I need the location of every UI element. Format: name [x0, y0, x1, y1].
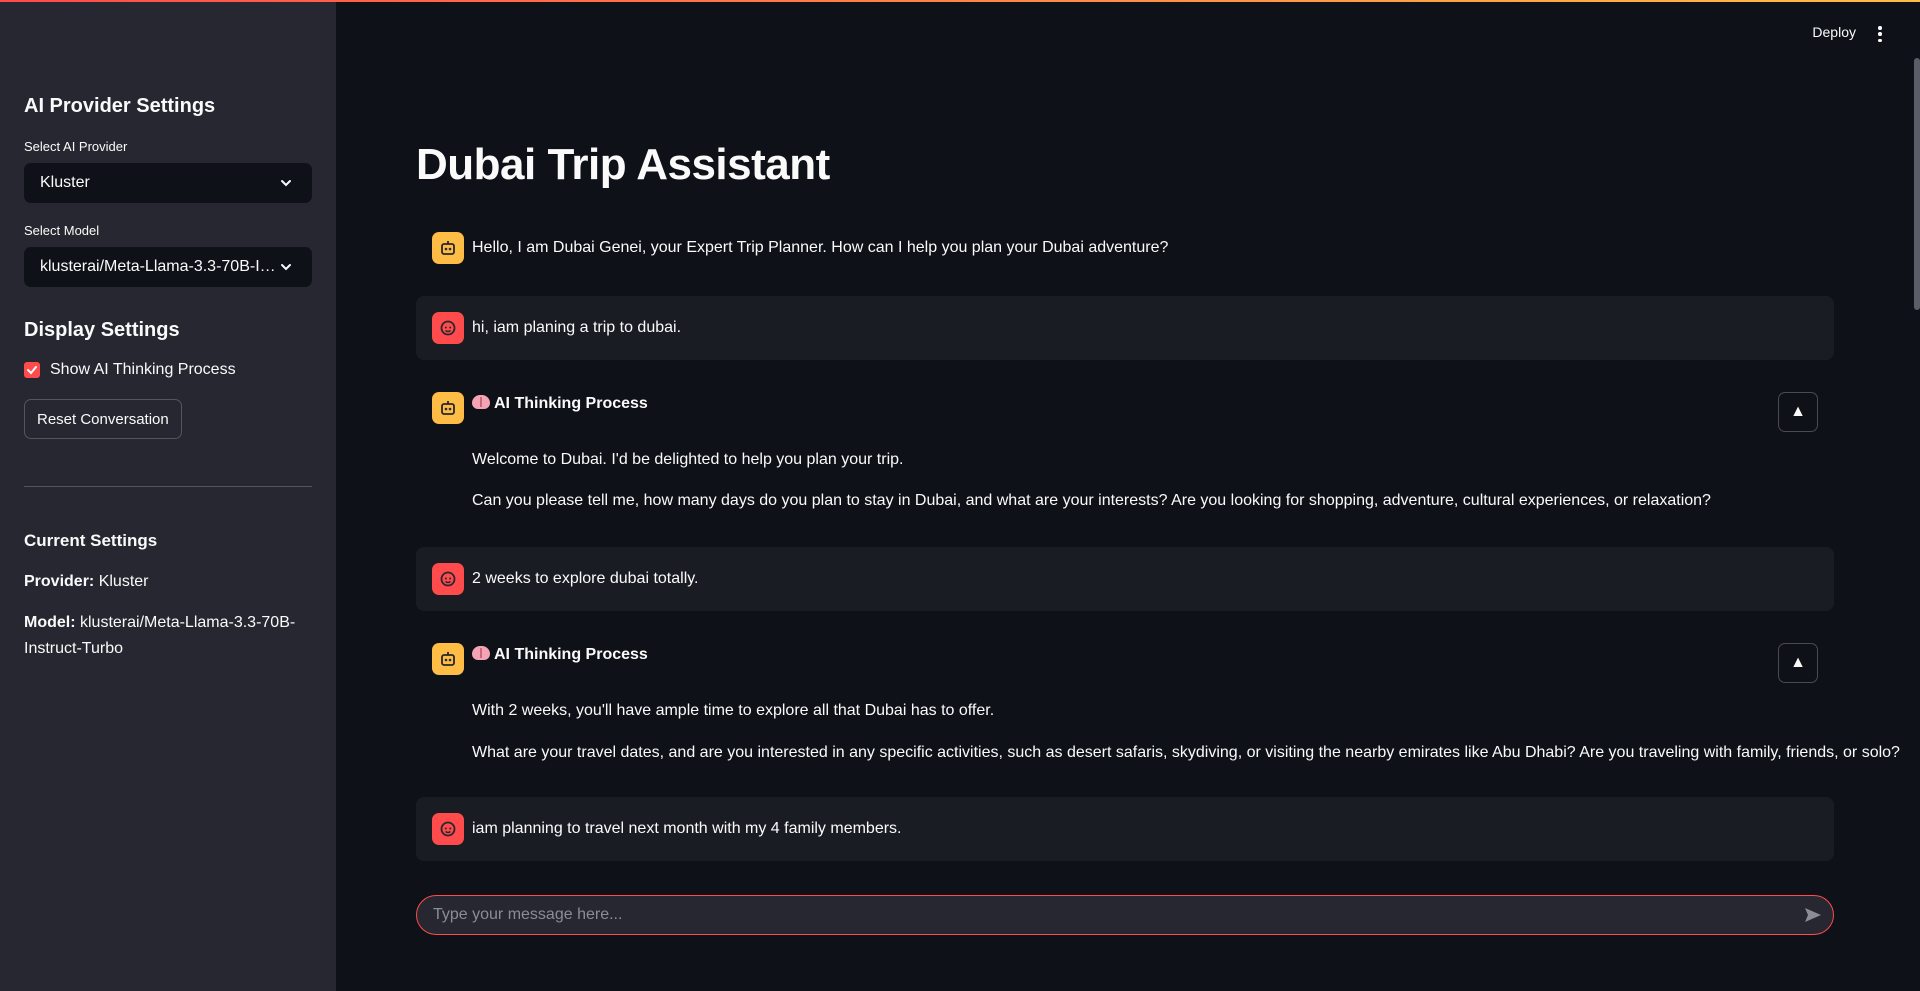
message-paragraph: What are your travel dates, and are you … — [472, 744, 1900, 761]
sidebar: AI Provider Settings Select AI Provider … — [0, 0, 336, 991]
model-select-label: Select Model — [24, 223, 100, 238]
chat-message-assistant: AI Thinking Process ▲ Welcome to Dubai. … — [416, 376, 1834, 522]
message-paragraph: Welcome to Dubai. I'd be delighted to he… — [472, 451, 904, 468]
provider-current-value: Kluster — [98, 573, 149, 590]
chat-message-assistant: AI Thinking Process ▲ With 2 weeks, you'… — [416, 627, 1900, 773]
bot-avatar-icon — [432, 232, 464, 264]
current-model: Model: klusterai/Meta-Llama-3.3-70B-Inst… — [24, 610, 304, 662]
reset-conversation-button[interactable]: Reset Conversation — [24, 399, 182, 439]
show-thinking-label: Show AI Thinking Process — [50, 361, 236, 378]
chat-message-assistant: Hello, I am Dubai Genei, your Expert Tri… — [416, 224, 1834, 272]
provider-settings-heading: AI Provider Settings — [24, 95, 216, 117]
chat-message-user: 2 weeks to explore dubai totally. — [416, 547, 1834, 611]
message-text: hi, iam planing a trip to dubai. — [472, 319, 682, 336]
chat-input-bar — [416, 895, 1834, 935]
chevron-down-icon — [276, 257, 296, 277]
sidebar-divider — [24, 486, 312, 487]
message-text: iam planning to travel next month with m… — [472, 820, 902, 837]
more-menu-icon[interactable] — [1874, 26, 1886, 42]
model-key: Model: — [24, 614, 76, 631]
chat-message-user: iam planning to travel next month with m… — [416, 797, 1834, 861]
provider-select[interactable]: Kluster — [24, 163, 312, 203]
collapse-toggle-button[interactable]: ▲ — [1778, 643, 1818, 683]
message-text: 2 weeks to explore dubai totally. — [472, 570, 699, 587]
model-select[interactable]: klusterai/Meta-Llama-3.3-70B-Instruct-Tu… — [24, 247, 312, 287]
brain-icon — [472, 395, 490, 409]
thinking-heading: AI Thinking Process — [472, 644, 648, 666]
message-text: Hello, I am Dubai Genei, your Expert Tri… — [472, 239, 1169, 256]
message-paragraph: Can you please tell me, how many days do… — [472, 492, 1711, 509]
chat-message-user: hi, iam planing a trip to dubai. — [416, 296, 1834, 360]
bot-avatar-icon — [432, 643, 464, 675]
user-avatar-icon — [432, 563, 464, 595]
provider-key: Provider: — [24, 573, 95, 590]
checkbox-checked-icon[interactable] — [24, 362, 40, 378]
send-icon[interactable] — [1793, 895, 1833, 935]
provider-select-label: Select AI Provider — [24, 139, 128, 154]
collapse-toggle-button[interactable]: ▲ — [1778, 392, 1818, 432]
top-decoration-bar — [0, 0, 1920, 2]
brain-icon — [472, 646, 490, 660]
bot-avatar-icon — [432, 392, 464, 424]
chevron-down-icon — [276, 173, 296, 193]
message-paragraph: With 2 weeks, you'll have ample time to … — [472, 702, 995, 719]
current-provider: Provider: Kluster — [24, 569, 304, 595]
chat-input[interactable] — [417, 906, 1793, 924]
model-select-value: klusterai/Meta-Llama-3.3-70B-Instruct-Tu… — [40, 258, 276, 275]
thinking-heading: AI Thinking Process — [472, 393, 648, 415]
user-avatar-icon — [432, 813, 464, 845]
provider-select-value: Kluster — [40, 174, 90, 191]
show-thinking-checkbox-row[interactable]: Show AI Thinking Process — [24, 361, 236, 379]
display-settings-heading: Display Settings — [24, 319, 180, 341]
scrollbar-thumb[interactable] — [1914, 58, 1920, 310]
deploy-button[interactable]: Deploy — [1812, 24, 1856, 40]
user-avatar-icon — [432, 312, 464, 344]
page-title: Dubai Trip Assistant — [416, 140, 830, 189]
current-settings-heading: Current Settings — [24, 531, 158, 550]
